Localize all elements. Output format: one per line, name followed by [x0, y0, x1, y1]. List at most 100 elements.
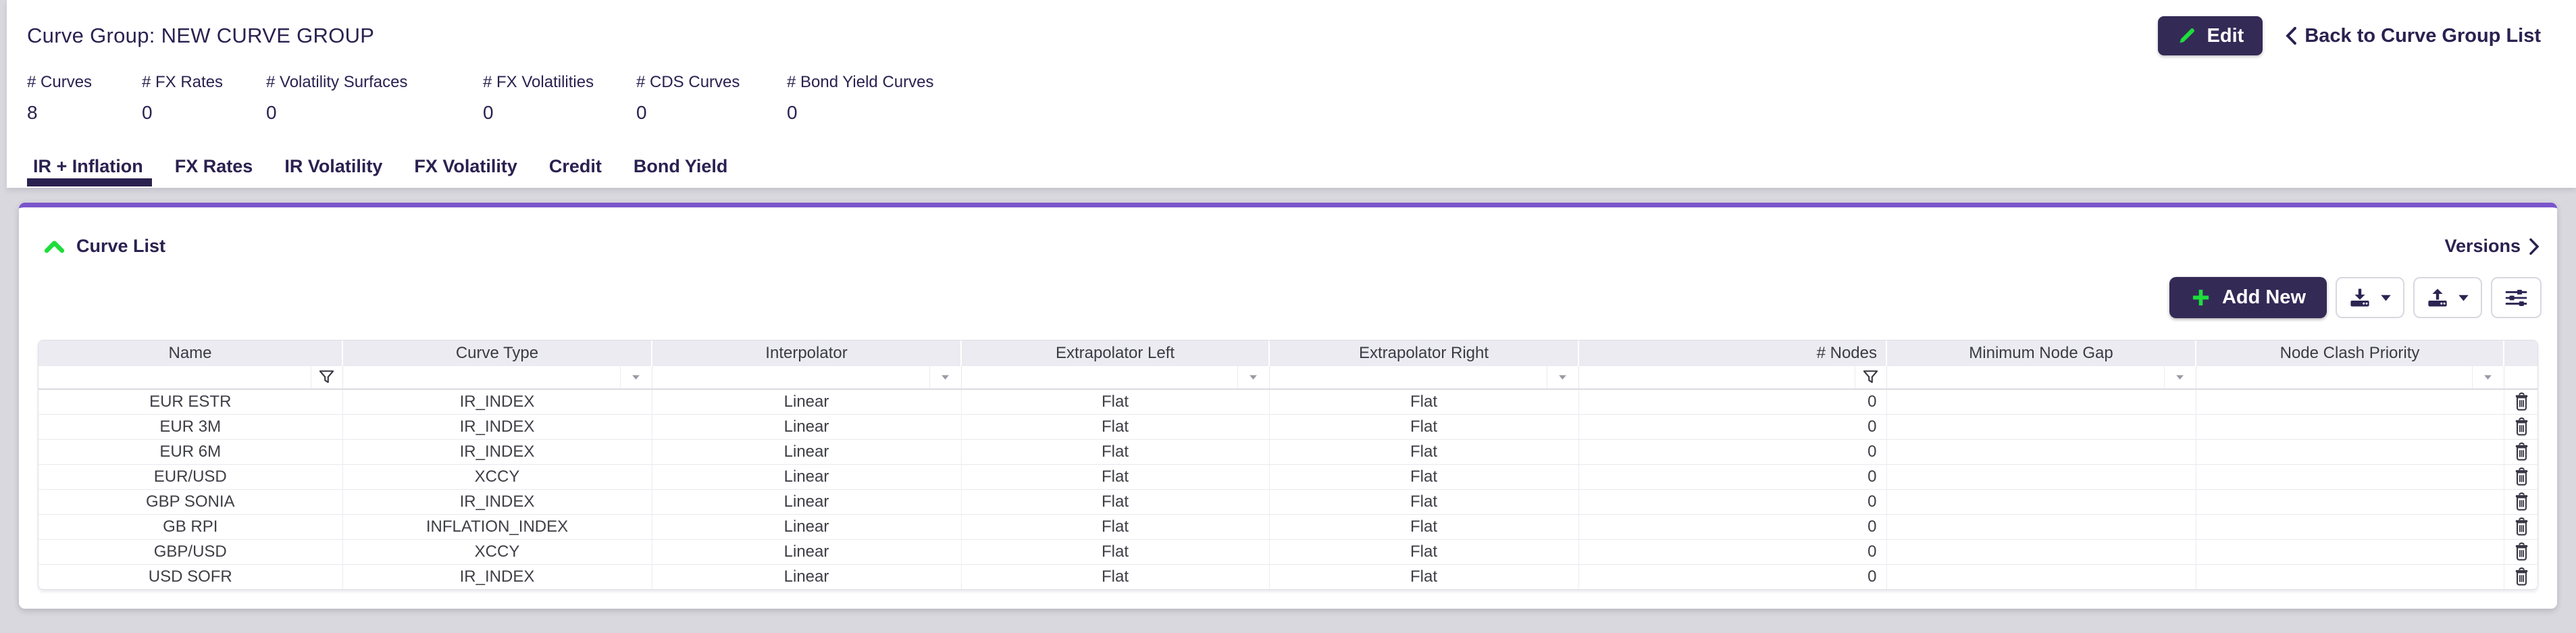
tab-bar: IR + Inflation FX Rates IR Volatility FX… — [7, 156, 759, 188]
filter-input-minimum_node_gap[interactable] — [1887, 366, 2164, 388]
header-actions: Edit Back to Curve Group List — [2158, 16, 2541, 55]
delete-row-button[interactable] — [2504, 414, 2538, 439]
curve-table-body: EUR ESTRIR_INDEXLinearFlatFlat0EUR 3MIR_… — [38, 389, 2538, 589]
plus-icon — [2190, 287, 2211, 308]
stat-curves: # Curves 8 — [27, 73, 142, 124]
caret-down-icon[interactable] — [1237, 366, 1269, 388]
trash-icon — [2513, 492, 2531, 511]
table-row: EUR/USDXCCYLinearFlatFlat0 — [38, 464, 2538, 489]
stat-value: 0 — [266, 102, 483, 124]
export-button[interactable] — [2336, 277, 2404, 318]
cell-curve_type: IR_INDEX — [342, 414, 652, 439]
caret-down-icon[interactable] — [1547, 366, 1578, 388]
column-header-interpolator[interactable]: Interpolator — [652, 340, 961, 366]
cell-interpolator: Linear — [652, 439, 961, 464]
back-link-label: Back to Curve Group List — [2304, 25, 2541, 47]
filter-input-extrapolator_right[interactable] — [1270, 366, 1547, 388]
caret-down-icon[interactable] — [2164, 366, 2196, 388]
cell-nodes: 0 — [1578, 439, 1886, 464]
table-row: GBP SONIAIR_INDEXLinearFlatFlat0 — [38, 489, 2538, 514]
caret-down-icon[interactable] — [620, 366, 652, 388]
cell-extrapolator_left: Flat — [961, 489, 1269, 514]
tab-fx-rates[interactable]: FX Rates — [175, 156, 253, 188]
column-header-extrapolator_left[interactable]: Extrapolator Left — [961, 340, 1269, 366]
cell-node_clash_priority — [2196, 489, 2504, 514]
filter-cell-actions — [2504, 366, 2538, 389]
table-row: GBP/USDXCCYLinearFlatFlat0 — [38, 539, 2538, 564]
delete-row-button[interactable] — [2504, 539, 2538, 564]
stat-bond-yield-curves: # Bond Yield Curves 0 — [787, 73, 933, 124]
tab-credit[interactable]: Credit — [549, 156, 602, 188]
cell-extrapolator_left: Flat — [961, 514, 1269, 539]
filter-input-name[interactable] — [38, 366, 311, 388]
table-row: GB RPIINFLATION_INDEXLinearFlatFlat0 — [38, 514, 2538, 539]
tab-fx-volatility[interactable]: FX Volatility — [414, 156, 517, 188]
add-new-button[interactable]: Add New — [2169, 277, 2327, 318]
import-button[interactable] — [2413, 277, 2482, 318]
cell-minimum_node_gap — [1886, 564, 2196, 589]
versions-link-label: Versions — [2444, 236, 2521, 257]
filter-input-node_clash_priority[interactable] — [2196, 366, 2472, 388]
caret-down-icon[interactable] — [929, 366, 961, 388]
delete-row-button[interactable] — [2504, 464, 2538, 489]
table-row: EUR 3MIR_INDEXLinearFlatFlat0 — [38, 414, 2538, 439]
cell-interpolator: Linear — [652, 489, 961, 514]
table-row: EUR 6MIR_INDEXLinearFlatFlat0 — [38, 439, 2538, 464]
versions-link[interactable]: Versions — [2444, 236, 2540, 257]
filter-input-extrapolator_left[interactable] — [962, 366, 1237, 388]
cell-curve_type: IR_INDEX — [342, 389, 652, 414]
cell-nodes: 0 — [1578, 464, 1886, 489]
funnel-filter-icon[interactable] — [311, 366, 342, 388]
tab-ir-volatility[interactable]: IR Volatility — [284, 156, 382, 188]
upload-icon — [2426, 286, 2449, 309]
tab-bond-yield[interactable]: Bond Yield — [634, 156, 728, 188]
filter-input-nodes[interactable] — [1579, 366, 1855, 388]
column-header-curve_type[interactable]: Curve Type — [342, 340, 652, 366]
trash-icon — [2513, 517, 2531, 536]
cell-node_clash_priority — [2196, 389, 2504, 414]
stat-value: 0 — [787, 102, 933, 124]
cell-extrapolator_right: Flat — [1269, 539, 1578, 564]
pencil-icon — [2177, 26, 2197, 46]
stat-label: # Bond Yield Curves — [787, 73, 933, 92]
cell-minimum_node_gap — [1886, 464, 2196, 489]
trash-icon — [2513, 442, 2531, 461]
cell-node_clash_priority — [2196, 439, 2504, 464]
trash-icon — [2513, 542, 2531, 561]
funnel-filter-icon[interactable] — [1855, 366, 1886, 388]
cell-interpolator: Linear — [652, 564, 961, 589]
stat-value: 0 — [636, 102, 787, 124]
delete-row-button[interactable] — [2504, 389, 2538, 414]
column-header-extrapolator_right[interactable]: Extrapolator Right — [1269, 340, 1578, 366]
delete-row-button[interactable] — [2504, 439, 2538, 464]
curve-list-section-toggle[interactable]: Curve List — [44, 236, 165, 257]
cell-interpolator: Linear — [652, 389, 961, 414]
caret-down-icon[interactable] — [2472, 366, 2504, 388]
table-settings-button[interactable] — [2491, 277, 2542, 318]
column-header-name[interactable]: Name — [38, 340, 342, 366]
panel-head: Curve List Versions — [19, 207, 2557, 257]
column-header-node_clash_priority[interactable]: Node Clash Priority — [2196, 340, 2504, 366]
delete-row-button[interactable] — [2504, 564, 2538, 589]
edit-button[interactable]: Edit — [2158, 16, 2263, 55]
caret-down-icon — [2380, 294, 2392, 302]
filter-input-interpolator[interactable] — [652, 366, 929, 388]
trash-icon — [2513, 567, 2531, 586]
tab-ir-inflation[interactable]: IR + Inflation — [33, 156, 143, 188]
cell-curve_type: XCCY — [342, 464, 652, 489]
caret-down-icon — [2458, 294, 2469, 302]
filter-input-curve_type[interactable] — [343, 366, 620, 388]
cell-extrapolator_left: Flat — [961, 564, 1269, 589]
stat-label: # FX Rates — [142, 73, 266, 92]
stat-label: # FX Volatilities — [483, 73, 636, 92]
stat-label: # Volatility Surfaces — [266, 73, 483, 92]
delete-row-button[interactable] — [2504, 514, 2538, 539]
delete-row-button[interactable] — [2504, 489, 2538, 514]
add-new-button-label: Add New — [2222, 286, 2306, 309]
cell-name: EUR 6M — [38, 439, 342, 464]
cell-nodes: 0 — [1578, 414, 1886, 439]
column-header-nodes[interactable]: # Nodes — [1578, 340, 1886, 366]
column-header-minimum_node_gap[interactable]: Minimum Node Gap — [1886, 340, 2196, 366]
back-to-curve-group-list-link[interactable]: Back to Curve Group List — [2286, 25, 2541, 47]
table-toolbar: Add New — [19, 277, 2557, 318]
